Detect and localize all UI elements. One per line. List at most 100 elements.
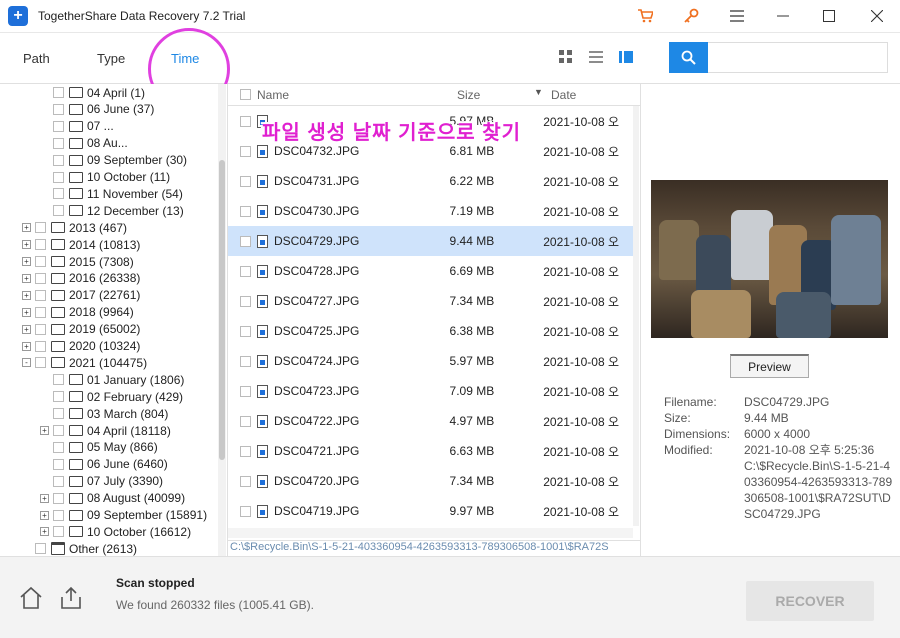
file-checkbox[interactable]: [240, 205, 251, 217]
file-row[interactable]: DSC04722.JPG 4.97 MB 2021-10-08 오: [228, 406, 633, 436]
tree-item[interactable]: +09 September (15891): [40, 507, 207, 524]
tree-item[interactable]: Other (2613): [22, 540, 137, 556]
maximize-icon[interactable]: [806, 0, 852, 32]
tree-checkbox[interactable]: [35, 222, 46, 234]
recover-button[interactable]: RECOVER: [746, 581, 874, 621]
expand-toggle-icon[interactable]: -: [22, 358, 31, 368]
tree-item[interactable]: +2015 (7308): [22, 253, 134, 270]
expand-toggle-icon[interactable]: +: [40, 426, 49, 435]
tree-checkbox[interactable]: [53, 441, 64, 453]
tree-item[interactable]: +2020 (10324): [22, 338, 140, 355]
tree-item[interactable]: 09 September (30): [40, 152, 187, 169]
file-checkbox[interactable]: [240, 145, 251, 157]
close-icon[interactable]: [854, 0, 900, 32]
tree-checkbox[interactable]: [53, 391, 64, 403]
file-checkbox[interactable]: [240, 115, 251, 127]
expand-toggle-icon[interactable]: +: [22, 324, 31, 334]
expand-toggle-icon[interactable]: +: [22, 307, 31, 317]
tree-checkbox[interactable]: [53, 103, 64, 115]
tree-item[interactable]: 06 June (6460): [40, 456, 168, 473]
file-row[interactable]: DSC04729.JPG 9.44 MB 2021-10-08 오: [228, 226, 633, 256]
tree-checkbox[interactable]: [53, 154, 64, 166]
expand-toggle-icon[interactable]: +: [40, 527, 49, 537]
tree-item[interactable]: 06 June (37): [40, 101, 154, 118]
file-row[interactable]: DSC04720.JPG 7.34 MB 2021-10-08 오: [228, 466, 633, 496]
tree-item[interactable]: +2019 (65002): [22, 321, 140, 338]
export-icon[interactable]: [58, 585, 84, 611]
file-row[interactable]: DSC04721.JPG 6.63 MB 2021-10-08 오: [228, 436, 633, 466]
file-checkbox[interactable]: [240, 325, 251, 337]
menu-icon[interactable]: [714, 0, 760, 32]
expand-toggle-icon[interactable]: +: [40, 493, 49, 503]
file-row[interactable]: DSC04728.JPG 6.69 MB 2021-10-08 오: [228, 256, 633, 286]
cart-icon[interactable]: [622, 0, 668, 32]
expand-toggle-icon[interactable]: +: [22, 257, 31, 266]
file-checkbox[interactable]: [240, 505, 251, 517]
tree-item[interactable]: +2013 (467): [22, 219, 127, 236]
tree-checkbox[interactable]: [53, 408, 64, 420]
grid-view-icon[interactable]: [559, 50, 573, 67]
file-checkbox[interactable]: [240, 445, 251, 457]
tree-item[interactable]: 05 May (866): [40, 439, 158, 456]
tree-checkbox[interactable]: [53, 205, 64, 217]
tree-checkbox[interactable]: [53, 458, 64, 470]
file-row[interactable]: DSC04727.JPG 7.34 MB 2021-10-08 오: [228, 286, 633, 316]
tree-item[interactable]: 04 April (1): [40, 84, 145, 101]
expand-toggle-icon[interactable]: +: [40, 510, 49, 520]
tree-checkbox[interactable]: [53, 475, 64, 487]
tab-path[interactable]: Path: [23, 51, 50, 66]
tree-item[interactable]: - 2021 (104475): [22, 354, 147, 371]
tree-item[interactable]: +2018 (9964): [22, 304, 134, 321]
tree-checkbox[interactable]: [53, 188, 64, 200]
tree-item[interactable]: 10 October (11): [40, 169, 170, 186]
file-checkbox[interactable]: [240, 265, 251, 277]
column-date[interactable]: Date: [551, 88, 576, 102]
tree-item[interactable]: +2014 (10813): [22, 236, 140, 253]
select-all-checkbox[interactable]: [240, 89, 251, 100]
file-row[interactable]: DSC04731.JPG 6.22 MB 2021-10-08 오: [228, 166, 633, 196]
tree-checkbox[interactable]: [35, 289, 46, 301]
sort-desc-icon[interactable]: ▼: [534, 87, 543, 97]
expand-toggle-icon[interactable]: +: [22, 223, 31, 233]
tree-scroll-thumb[interactable]: [219, 160, 225, 460]
tree-checkbox[interactable]: [53, 509, 64, 521]
tree-item[interactable]: 07 ...: [40, 118, 114, 135]
tree-checkbox[interactable]: [53, 87, 64, 98]
tree-checkbox[interactable]: [53, 374, 64, 386]
tree-checkbox[interactable]: [53, 492, 64, 504]
tree-item[interactable]: 11 November (54): [40, 185, 183, 202]
file-row[interactable]: DSC04724.JPG 5.97 MB 2021-10-08 오: [228, 346, 633, 376]
file-checkbox[interactable]: [240, 385, 251, 397]
tree-checkbox[interactable]: [53, 425, 64, 436]
tree-item[interactable]: +2016 (26338): [22, 270, 140, 287]
column-name[interactable]: Name: [257, 88, 289, 102]
file-checkbox[interactable]: [240, 355, 251, 367]
file-checkbox[interactable]: [240, 175, 251, 187]
tree-checkbox[interactable]: [35, 323, 46, 335]
tree-item[interactable]: 03 March (804): [40, 405, 168, 422]
tree-item[interactable]: +2017 (22761): [22, 287, 140, 304]
search-input[interactable]: [708, 42, 888, 73]
expand-toggle-icon[interactable]: +: [22, 240, 31, 250]
search-button[interactable]: [669, 42, 708, 73]
tree-checkbox[interactable]: [35, 272, 46, 284]
tree-item[interactable]: 02 February (429): [40, 388, 183, 405]
file-row[interactable]: DSC04719.JPG 9.97 MB 2021-10-08 오: [228, 496, 633, 526]
tree-checkbox[interactable]: [35, 239, 46, 251]
preview-button[interactable]: Preview: [730, 354, 809, 378]
column-size[interactable]: Size: [457, 88, 480, 102]
tree-checkbox[interactable]: [35, 357, 46, 369]
detail-view-icon[interactable]: [619, 50, 633, 67]
file-row[interactable]: DSC04725.JPG 6.38 MB 2021-10-08 오: [228, 316, 633, 346]
tree-checkbox[interactable]: [53, 526, 64, 538]
tree-item[interactable]: 08 Au...: [40, 135, 128, 152]
tree-item[interactable]: +10 October (16612): [40, 523, 191, 540]
tree-item[interactable]: +04 April (18118): [40, 422, 171, 439]
tree-checkbox[interactable]: [35, 306, 46, 318]
file-row[interactable]: DSC04730.JPG 7.19 MB 2021-10-08 오: [228, 196, 633, 226]
tree-checkbox[interactable]: [35, 543, 46, 555]
expand-toggle-icon[interactable]: +: [22, 341, 31, 351]
file-checkbox[interactable]: [240, 295, 251, 307]
file-checkbox[interactable]: [240, 475, 251, 487]
tree-checkbox[interactable]: [35, 256, 46, 267]
